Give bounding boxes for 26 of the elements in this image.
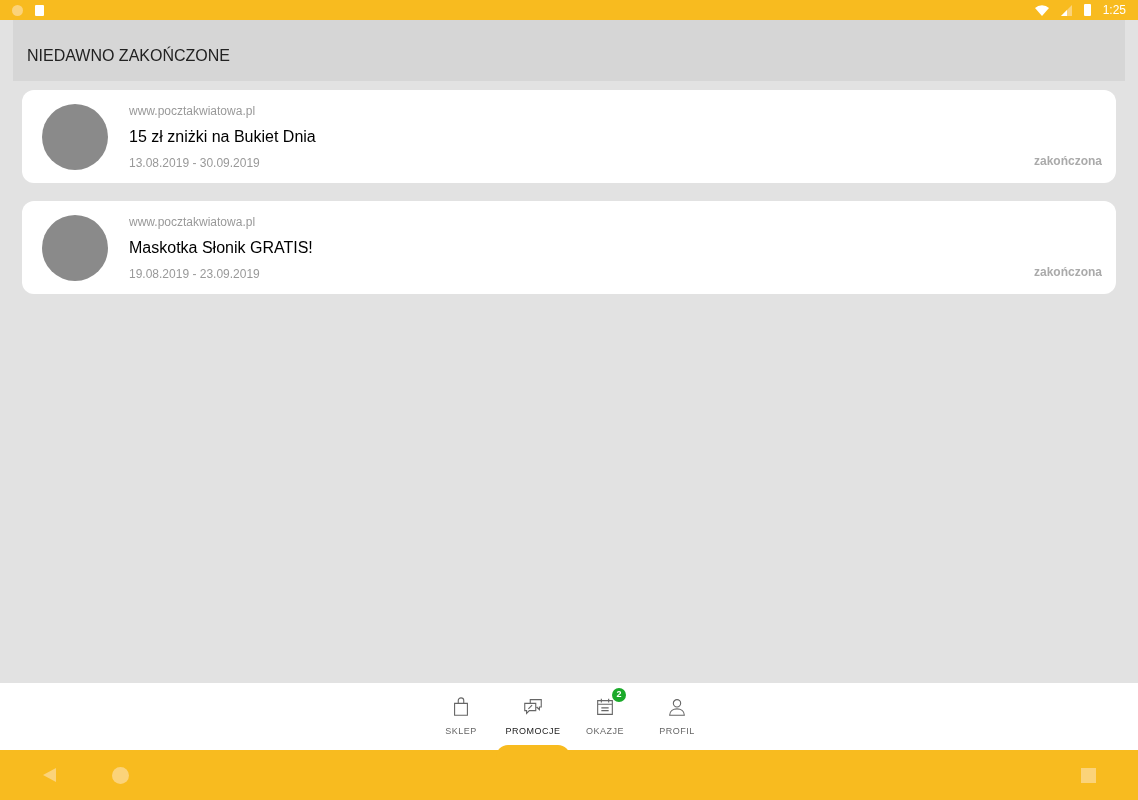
signal-icon <box>1060 4 1072 16</box>
nav-tab[interactable]: PROFIL <box>644 683 710 750</box>
date-range: 19.08.2019 - 23.09.2019 <box>129 265 261 283</box>
promotion-title: Maskotka Słonik GRATIS! <box>129 237 314 258</box>
promotion-title: 15 zł zniżki na Bukiet Dnia <box>129 126 317 147</box>
source-url: www.pocztakwiatowa.pl <box>129 213 257 231</box>
status-label: zakończona <box>1034 264 1102 281</box>
status-label: zakończona <box>1034 153 1102 170</box>
date-range: 13.08.2019 - 30.09.2019 <box>129 154 261 172</box>
nav-tab[interactable]: PROMOCJE <box>500 683 566 750</box>
section-title: NIEDAWNO ZAKOŃCZONE <box>27 45 230 66</box>
promotion-card[interactable]: www.pocztakwiatowa.pl Maskotka Słonik GRATIS! 19.08.2019 - 23.09.2019 zakończona <box>22 201 1116 294</box>
battery-icon <box>1083 4 1091 16</box>
wifi-icon <box>1034 4 1049 16</box>
home-icon[interactable] <box>112 766 129 784</box>
count-badge: 2 <box>612 688 626 702</box>
calendar-icon <box>594 696 616 718</box>
nav-tab[interactable]: 2 OKAZJE <box>572 683 638 750</box>
clock-time: 1:25 <box>1102 2 1126 19</box>
nav-tab[interactable]: SKLEP <box>428 683 494 750</box>
source-url: www.pocztakwiatowa.pl <box>129 102 257 120</box>
recents-icon[interactable] <box>1081 767 1096 783</box>
sd-card-icon <box>35 4 44 16</box>
user-icon <box>666 696 688 718</box>
promotion-card[interactable]: www.pocztakwiatowa.pl 15 zł zniżki na Bukiet Dnia 13.08.2019 - 30.09.2019 zakończona <box>22 90 1116 183</box>
back-icon[interactable] <box>42 767 58 783</box>
